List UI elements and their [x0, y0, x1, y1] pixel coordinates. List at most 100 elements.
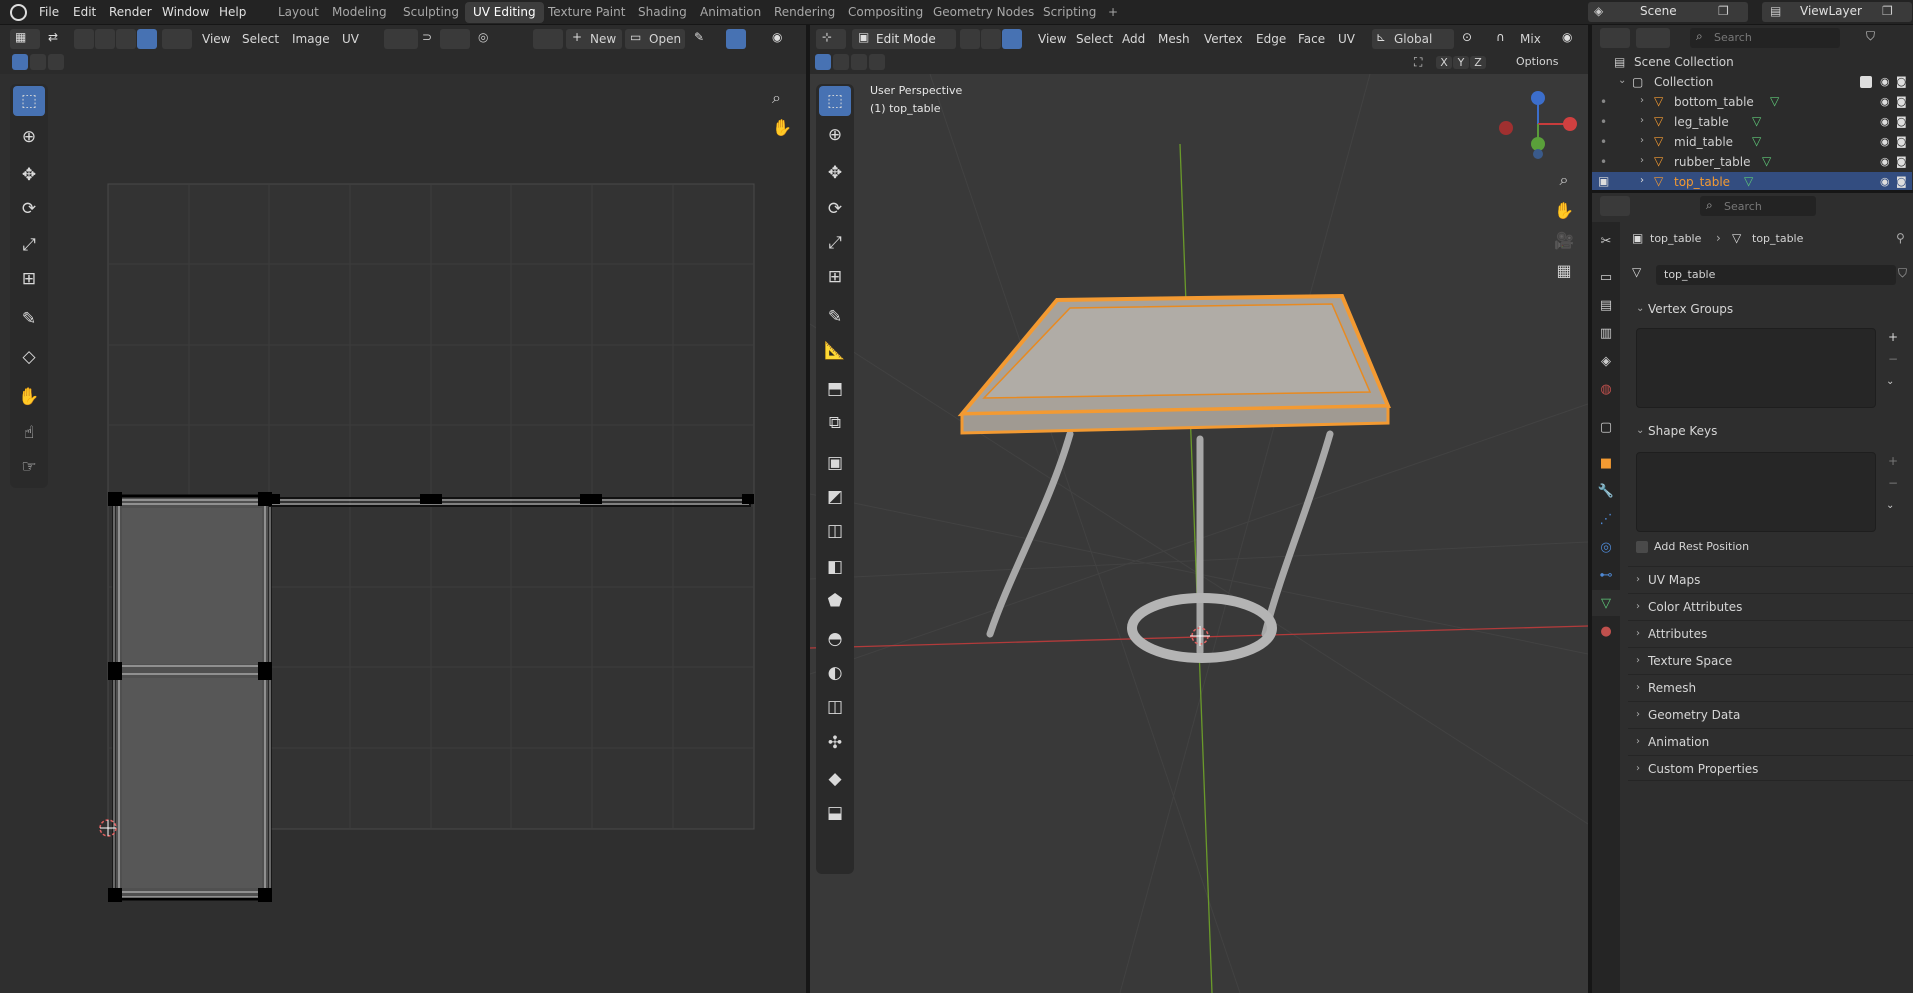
select-box-tool-icon[interactable]: ⬚: [13, 86, 45, 116]
vp-menu-view[interactable]: View: [1032, 29, 1072, 49]
mesh-data-icon[interactable]: ▽: [1744, 174, 1753, 188]
grab-tool-icon[interactable]: ✋: [13, 382, 45, 412]
vp-menu-vertex[interactable]: Vertex: [1198, 29, 1249, 49]
shape-keys-list[interactable]: [1636, 452, 1876, 532]
render-camera-icon[interactable]: ◙: [1896, 155, 1907, 168]
vp-shrink-icon[interactable]: ◆: [819, 764, 851, 794]
expand-arrow-icon[interactable]: ›: [1640, 135, 1644, 146]
uv-menu-select[interactable]: Select: [236, 29, 285, 49]
expand-arrow-icon[interactable]: ›: [1640, 115, 1644, 126]
pinch-tool-icon[interactable]: ☞: [13, 452, 45, 482]
remove-shape-key-icon[interactable]: −: [1888, 476, 1898, 490]
options-dropdown[interactable]: Options: [1516, 55, 1558, 68]
menu-file[interactable]: File: [32, 0, 66, 25]
section-uv-maps[interactable]: › UV Maps: [1628, 566, 1913, 592]
menu-window[interactable]: Window: [155, 0, 216, 25]
pivot-icon[interactable]: ⊙: [1462, 30, 1472, 44]
render-tab-icon[interactable]: ▭: [1592, 264, 1620, 290]
tab-uv-editing[interactable]: UV Editing: [465, 2, 544, 23]
vp-select-box-icon[interactable]: ⬚: [819, 86, 851, 116]
remove-vertex-group-icon[interactable]: −: [1888, 352, 1898, 366]
vp-add-cube-icon[interactable]: ⬒: [819, 374, 851, 404]
scale-tool-icon[interactable]: ⤢: [13, 230, 45, 260]
outliner-object-mid-table[interactable]: • › ▽ mid_table ▽ ◉ ◙: [1592, 132, 1912, 152]
vp-menu-mesh[interactable]: Mesh: [1152, 29, 1196, 49]
mix-label[interactable]: Mix: [1520, 32, 1541, 46]
outliner-scene-collection[interactable]: ▤ Scene Collection: [1592, 52, 1912, 72]
view-layer-tab-icon[interactable]: ▥: [1592, 320, 1620, 346]
section-texture-space[interactable]: › Texture Space: [1628, 647, 1913, 673]
select-mode-face[interactable]: [116, 29, 136, 49]
vp-spin-icon[interactable]: ◐: [819, 658, 851, 688]
select-mode-island[interactable]: [137, 29, 157, 49]
pin-icon[interactable]: ✎: [694, 30, 704, 44]
fake-user-shield-icon[interactable]: ⛉: [1898, 266, 1907, 281]
modifier-tab-icon[interactable]: 🔧: [1592, 478, 1620, 504]
uv-select-extend[interactable]: [30, 54, 46, 70]
tab-texture-paint[interactable]: Texture Paint: [540, 2, 633, 23]
outliner-object-rubber-table[interactable]: • › ▽ rubber_table ▽ ◉ ◙: [1592, 152, 1912, 172]
vp-menu-select[interactable]: Select: [1070, 29, 1119, 49]
section-shape-keys[interactable]: ⌄ Shape Keys: [1628, 418, 1913, 444]
select-mode-edge[interactable]: [95, 29, 115, 49]
annotate-tool-icon[interactable]: ✎: [13, 304, 45, 334]
vp-shear-icon[interactable]: ⬓: [819, 798, 851, 828]
overlay-icon[interactable]: ◉: [772, 30, 782, 44]
face-select-mode[interactable]: [1002, 29, 1022, 49]
visibility-eye-icon[interactable]: ◉: [1880, 155, 1890, 168]
rotate-tool-icon[interactable]: ⟳: [13, 194, 45, 224]
visibility-eye-icon[interactable]: ◉: [1880, 95, 1890, 108]
move-tool-icon[interactable]: ✥: [13, 160, 45, 190]
collection-camera-icon[interactable]: ◙: [1896, 75, 1907, 88]
blender-logo-icon[interactable]: [10, 4, 27, 21]
menu-render[interactable]: Render: [102, 0, 159, 25]
vp-menu-edge[interactable]: Edge: [1250, 29, 1292, 49]
visibility-eye-icon[interactable]: ◉: [1880, 175, 1890, 188]
proportional-icon[interactable]: ◉: [1562, 30, 1572, 44]
vp-menu-add[interactable]: Add: [1116, 29, 1151, 49]
vertex-group-specials-icon[interactable]: ⌄: [1886, 376, 1894, 387]
vp-rotate-icon[interactable]: ⟳: [819, 194, 851, 224]
outliner-display-mode[interactable]: [1636, 28, 1670, 48]
vp-zoom-icon[interactable]: ⌕: [1552, 168, 1576, 192]
add-shape-key-icon[interactable]: +: [1888, 454, 1898, 468]
vp-loopcut-icon[interactable]: ◫: [819, 516, 851, 546]
render-camera-icon[interactable]: ◙: [1896, 95, 1907, 108]
cursor-tool-icon[interactable]: ⊕: [13, 122, 45, 152]
transform-tool-icon[interactable]: ⊞: [13, 264, 45, 294]
scene-label[interactable]: Scene: [1640, 4, 1677, 18]
collection-expand-icon[interactable]: ⌄: [1618, 75, 1626, 86]
outliner-object-top-table[interactable]: ▣ › ▽ top_table ▽ ◉ ◙: [1592, 172, 1912, 192]
render-camera-icon[interactable]: ◙: [1896, 175, 1907, 188]
tab-rendering[interactable]: Rendering: [766, 2, 843, 23]
snap-icon[interactable]: ⊃: [422, 30, 432, 44]
axis-x-toggle[interactable]: X: [1436, 56, 1452, 69]
snap-magnet-icon[interactable]: ∩: [1496, 30, 1505, 44]
render-camera-icon[interactable]: ◙: [1896, 135, 1907, 148]
mesh-data-icon[interactable]: ▽: [1762, 154, 1771, 168]
uv-menu-image[interactable]: Image: [286, 29, 336, 49]
new-viewlayer-icon[interactable]: ❐: [1882, 4, 1893, 18]
vp-scale-icon[interactable]: ⤢: [819, 228, 851, 258]
scene-tab-icon[interactable]: ◈: [1592, 348, 1620, 374]
sticky-selection-dropdown[interactable]: [162, 29, 192, 49]
tab-compositing[interactable]: Compositing: [840, 2, 931, 23]
navigation-gizmo[interactable]: [1490, 84, 1580, 164]
physics-tab-icon[interactable]: ◎: [1592, 534, 1620, 560]
pin-icon[interactable]: ⚲: [1896, 231, 1905, 245]
uv-menu-uv[interactable]: UV: [336, 29, 365, 49]
vp-move-icon[interactable]: ✥: [819, 158, 851, 188]
section-vertex-groups[interactable]: ⌄ Vertex Groups: [1628, 296, 1913, 322]
section-custom-properties[interactable]: › Custom Properties: [1628, 755, 1913, 781]
vp-select-subtract[interactable]: [851, 54, 867, 70]
vp-select-invert[interactable]: [869, 54, 885, 70]
outliner-object-leg-table[interactable]: • › ▽ leg_table ▽ ◉ ◙: [1592, 112, 1912, 132]
particles-tab-icon[interactable]: ⋰: [1592, 506, 1620, 532]
vp-knife-icon[interactable]: ◧: [819, 552, 851, 582]
output-tab-icon[interactable]: ▤: [1592, 292, 1620, 318]
add-vertex-group-icon[interactable]: +: [1888, 330, 1898, 344]
edge-select-mode[interactable]: [981, 29, 1001, 49]
outliner-filter-icon[interactable]: ⛉: [1866, 29, 1875, 44]
section-color-attributes[interactable]: › Color Attributes: [1628, 593, 1913, 619]
outliner-collection[interactable]: ⌄ ▢ Collection ◉ ◙: [1592, 72, 1912, 92]
